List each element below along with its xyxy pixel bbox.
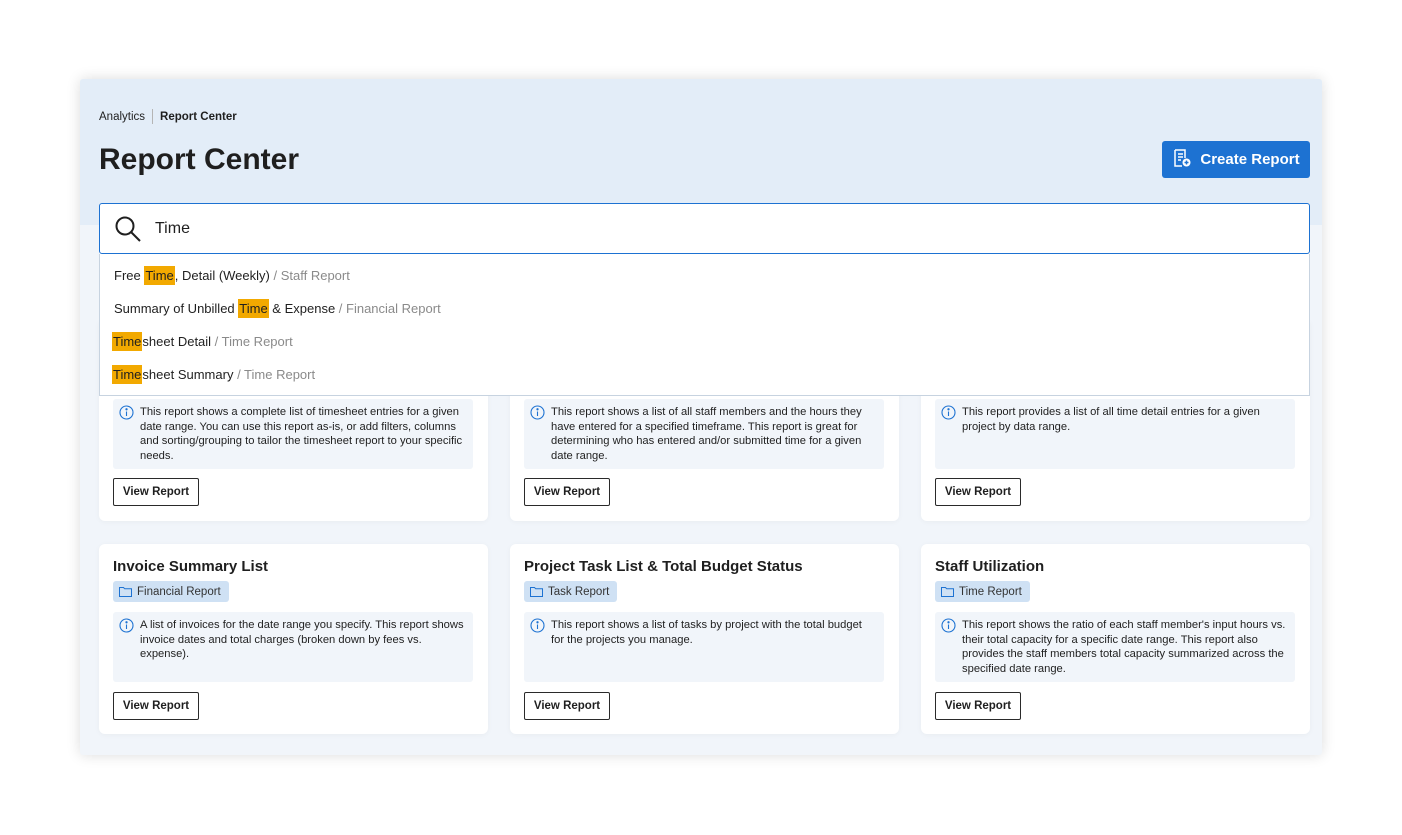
suggestion-item[interactable]: Summary of Unbilled Time & Expense / Fin… [114, 299, 441, 318]
suggestion-text-after: sheet Detail [142, 334, 212, 349]
folder-icon [119, 587, 132, 597]
suggestion-match: Time [112, 332, 143, 351]
report-title: Invoice Summary List [113, 558, 269, 575]
breadcrumb: Analytics Report Center [99, 109, 237, 124]
report-category-label: Task Report [548, 585, 610, 598]
report-title: Project Task List & Total Budget Status [524, 558, 803, 575]
create-report-label: Create Report [1200, 151, 1300, 168]
search-icon [115, 216, 141, 242]
suggestion-category: / Financial Report [335, 301, 441, 316]
report-description-text: This report shows the ratio of each staf… [962, 619, 1286, 675]
suggestion-text-before: Free [114, 268, 145, 283]
folder-icon [941, 587, 954, 597]
report-description: This report shows a list of all staff me… [524, 399, 884, 469]
page-title: Report Center [99, 143, 300, 176]
report-category-label: Financial Report [137, 585, 221, 598]
suggestion-text-after: sheet Summary [142, 367, 234, 382]
info-icon [941, 618, 956, 633]
view-report-button[interactable]: View Report [113, 478, 199, 506]
breadcrumb-current: Report Center [160, 110, 237, 123]
search-suggestions: Free Time, Detail (Weekly) / Staff Repor… [99, 254, 1310, 396]
suggestion-match: Time [144, 266, 175, 285]
report-description: A list of invoices for the date range yo… [113, 612, 473, 682]
info-icon [530, 618, 545, 633]
folder-icon [530, 587, 543, 597]
report-description: This report shows the ratio of each staf… [935, 612, 1295, 682]
report-description: This report shows a list of tasks by pro… [524, 612, 884, 682]
report-category-tag: Financial Report [113, 581, 229, 602]
report-card: Project Task List & Total Budget Status … [510, 544, 899, 734]
report-description-text: This report shows a list of tasks by pro… [551, 619, 862, 646]
report-description-text: This report provides a list of all time … [962, 406, 1260, 433]
report-category-label: Time Report [959, 585, 1022, 598]
info-icon [119, 618, 134, 633]
breadcrumb-separator [152, 109, 154, 124]
report-card: Staff Utilization Time Report This repor… [921, 544, 1310, 734]
search-box[interactable] [99, 203, 1310, 254]
report-card: Invoice Summary List Financial Report A … [99, 544, 488, 734]
suggestion-category: / Staff Report [269, 268, 350, 283]
view-report-button[interactable]: View Report [113, 692, 199, 720]
view-report-button[interactable]: View Report [935, 692, 1021, 720]
search-input[interactable] [155, 219, 1155, 238]
info-icon [119, 405, 134, 420]
report-title: Staff Utilization [935, 558, 1045, 575]
suggestion-text-after: , Detail (Weekly) [174, 268, 270, 283]
report-description: This report provides a list of all time … [935, 399, 1295, 469]
suggestion-text-before: Summary of Unbilled [114, 301, 239, 316]
suggestion-text-after: & Expense [268, 301, 336, 316]
create-report-button[interactable]: Create Report [1162, 141, 1310, 178]
suggestion-item[interactable]: Free Time, Detail (Weekly) / Staff Repor… [114, 266, 350, 285]
suggestion-item[interactable]: Timesheet Detail / Time Report [112, 332, 293, 351]
suggestion-item[interactable]: Timesheet Summary / Time Report [112, 365, 316, 384]
report-add-icon [1172, 148, 1192, 172]
view-report-button[interactable]: View Report [524, 692, 610, 720]
breadcrumb-analytics-link[interactable]: Analytics [99, 111, 145, 123]
report-center-window: Analytics Report Center Report Center Cr… [80, 79, 1322, 755]
info-icon [941, 405, 956, 420]
report-category-tag: Time Report [935, 581, 1030, 602]
suggestion-category: / Time Report [211, 334, 293, 349]
info-icon [530, 405, 545, 420]
report-category-tag: Task Report [524, 581, 618, 602]
suggestion-match: Time [238, 299, 269, 318]
report-description-text: This report shows a complete list of tim… [140, 406, 463, 462]
report-description-text: A list of invoices for the date range yo… [140, 619, 464, 661]
suggestion-match: Time [112, 365, 143, 384]
view-report-button[interactable]: View Report [524, 478, 610, 506]
view-report-button[interactable]: View Report [935, 478, 1021, 506]
suggestion-category: / Time Report [233, 367, 316, 382]
report-description: This report shows a complete list of tim… [113, 399, 473, 469]
report-description-text: This report shows a list of all staff me… [551, 406, 862, 462]
